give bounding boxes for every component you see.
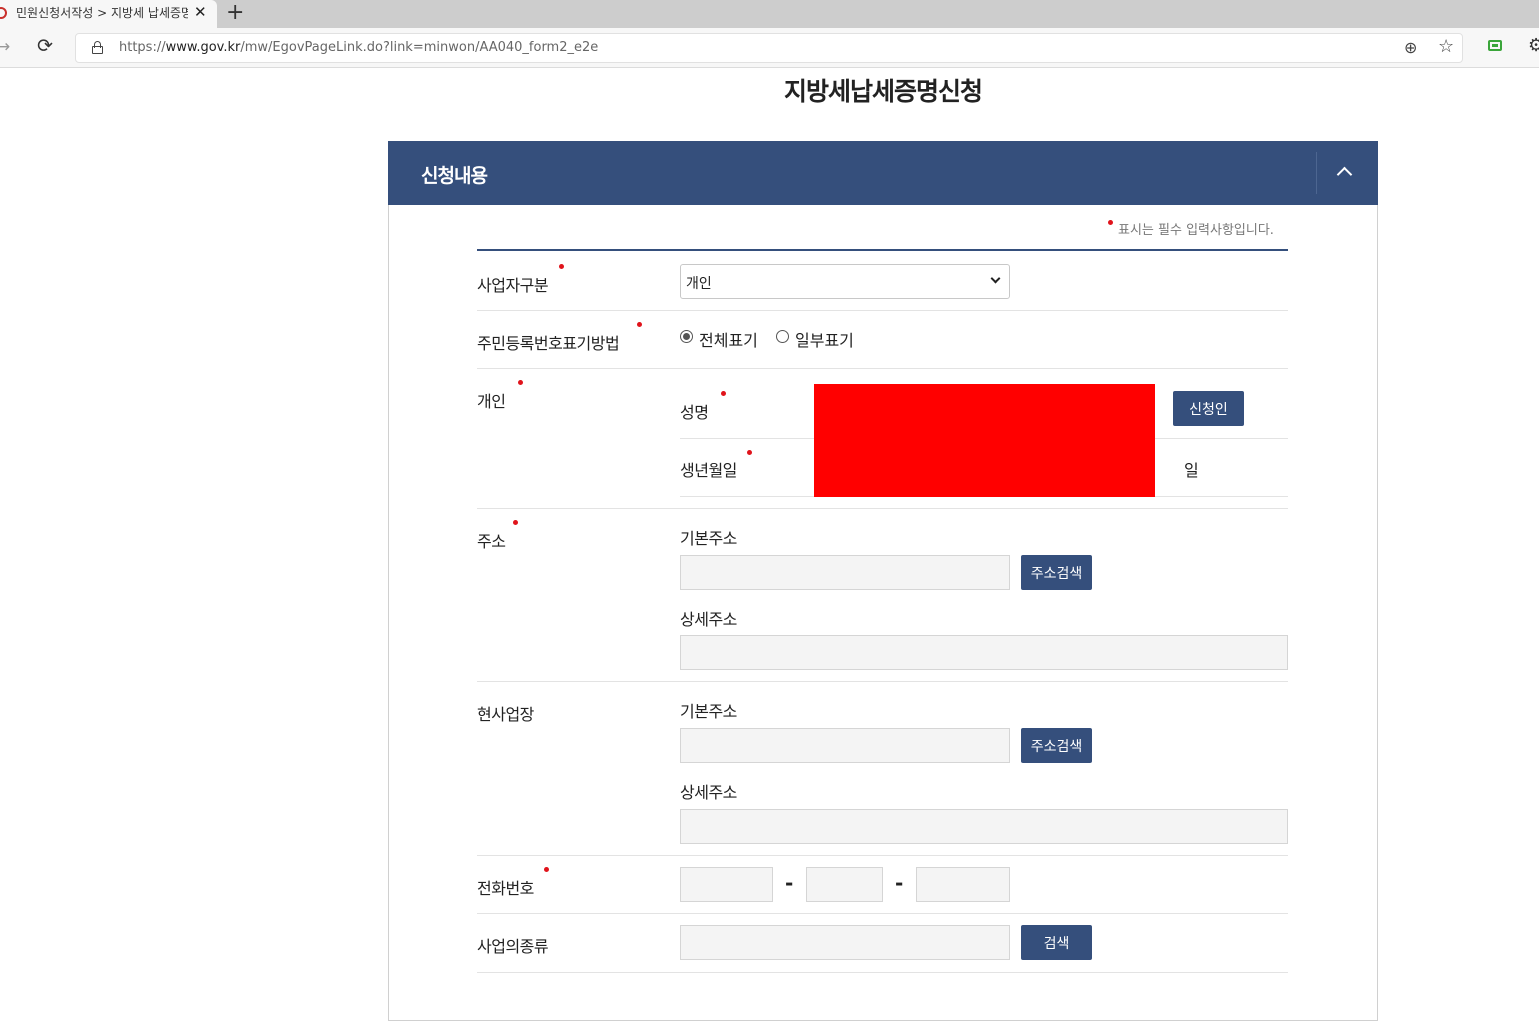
phone-part3-input[interactable] <box>916 867 1010 902</box>
url-text[interactable]: https://www.gov.kr/mw/EgovPageLink.do?li… <box>119 40 598 55</box>
form-top-border <box>477 249 1288 251</box>
address-basic-label: 기본주소 <box>680 529 737 548</box>
tab-title: 민원신청서작성 > 지방세 납세증명신청 <box>16 6 188 20</box>
required-dot-icon <box>637 322 642 327</box>
business-kind-label: 사업의종류 <box>477 937 549 956</box>
new-tab-button[interactable]: + <box>226 0 244 26</box>
row-divider <box>477 368 1288 369</box>
zoom-icon[interactable]: ⊕ <box>1404 38 1417 57</box>
panel-header: 신청내용 <box>388 141 1378 205</box>
address-bar[interactable]: https://www.gov.kr/mw/EgovPageLink.do?li… <box>75 33 1463 63</box>
business-kind-input[interactable] <box>680 925 1010 960</box>
browser-tab[interactable]: 민원신청서작성 > 지방세 납세증명신청 ✕ <box>0 0 217 28</box>
radio-full-display-label[interactable]: 전체표기 <box>699 327 758 351</box>
phone-separator: - <box>895 871 904 895</box>
address-detail-input[interactable] <box>680 635 1288 670</box>
required-dot-icon <box>721 391 726 396</box>
lock-icon[interactable] <box>92 41 103 54</box>
collapse-chevron-up-icon[interactable] <box>1333 163 1357 183</box>
workplace-search-button[interactable]: 주소검색 <box>1021 728 1092 763</box>
workplace-label: 현사업장 <box>477 705 534 724</box>
business-type-value: 개인 <box>686 276 712 292</box>
settings-gear-icon[interactable]: ⚙ <box>1528 35 1539 56</box>
address-basic-input[interactable] <box>680 555 1010 590</box>
phone-separator: - <box>785 871 794 895</box>
business-kind-search-button[interactable]: 검색 <box>1021 925 1092 960</box>
required-note: 표시는 필수 입력사항입니다. <box>1108 219 1274 238</box>
row-divider <box>477 310 1288 311</box>
workplace-detail-input[interactable] <box>680 809 1288 844</box>
reload-icon[interactable]: ⟳ <box>37 35 53 57</box>
required-dot-icon <box>747 450 752 455</box>
applicant-button[interactable]: 신청인 <box>1173 391 1244 426</box>
address-label: 주소 <box>477 532 506 551</box>
radio-full-display[interactable] <box>680 330 693 343</box>
name-label: 성명 <box>680 403 709 422</box>
required-dot-icon <box>518 380 523 385</box>
row-divider <box>477 508 1288 509</box>
radio-partial-display-label[interactable]: 일부표기 <box>795 327 854 351</box>
tab-bar: 민원신청서작성 > 지방세 납세증명신청 ✕ + <box>0 0 1539 28</box>
phone-part1-input[interactable] <box>680 867 773 902</box>
phone-label: 전화번호 <box>477 879 534 898</box>
required-dot-icon <box>544 867 549 872</box>
forward-arrow-icon[interactable]: → <box>0 37 10 57</box>
workplace-basic-input[interactable] <box>680 728 1010 763</box>
required-dot-icon <box>513 520 518 525</box>
address-search-button[interactable]: 주소검색 <box>1021 555 1092 590</box>
required-dot-icon <box>1108 220 1113 225</box>
radio-partial-display[interactable] <box>776 330 789 343</box>
header-divider <box>1316 152 1317 194</box>
browser-toolbar: → ⟳ https://www.gov.kr/mw/EgovPageLink.d… <box>0 28 1539 68</box>
address-detail-label: 상세주소 <box>680 610 737 629</box>
required-dot-icon <box>559 264 564 269</box>
site-favicon-icon <box>0 7 7 19</box>
extension-icon[interactable] <box>1488 40 1502 51</box>
close-tab-icon[interactable]: ✕ <box>194 3 207 21</box>
business-type-select[interactable]: 개인 <box>680 264 1010 299</box>
favorite-star-icon[interactable]: ☆ <box>1438 36 1454 57</box>
phone-part2-input[interactable] <box>806 867 883 902</box>
day-suffix-label: 일 <box>1184 461 1199 480</box>
row-divider <box>477 913 1288 914</box>
chevron-down-icon <box>990 273 1001 284</box>
redacted-personal-info <box>814 384 1155 497</box>
individual-label: 개인 <box>477 392 506 411</box>
workplace-basic-label: 기본주소 <box>680 702 737 721</box>
row-divider <box>477 681 1288 682</box>
row-divider <box>477 972 1288 973</box>
panel-title: 신청내용 <box>421 165 488 187</box>
id-display-label: 주민등록번호표기방법 <box>477 334 620 353</box>
workplace-detail-label: 상세주소 <box>680 783 737 802</box>
row-divider <box>477 855 1288 856</box>
birth-date-label: 생년월일 <box>680 461 737 480</box>
business-type-label: 사업자구분 <box>477 276 549 295</box>
page-title: 지방세납세증명신청 <box>783 77 983 106</box>
